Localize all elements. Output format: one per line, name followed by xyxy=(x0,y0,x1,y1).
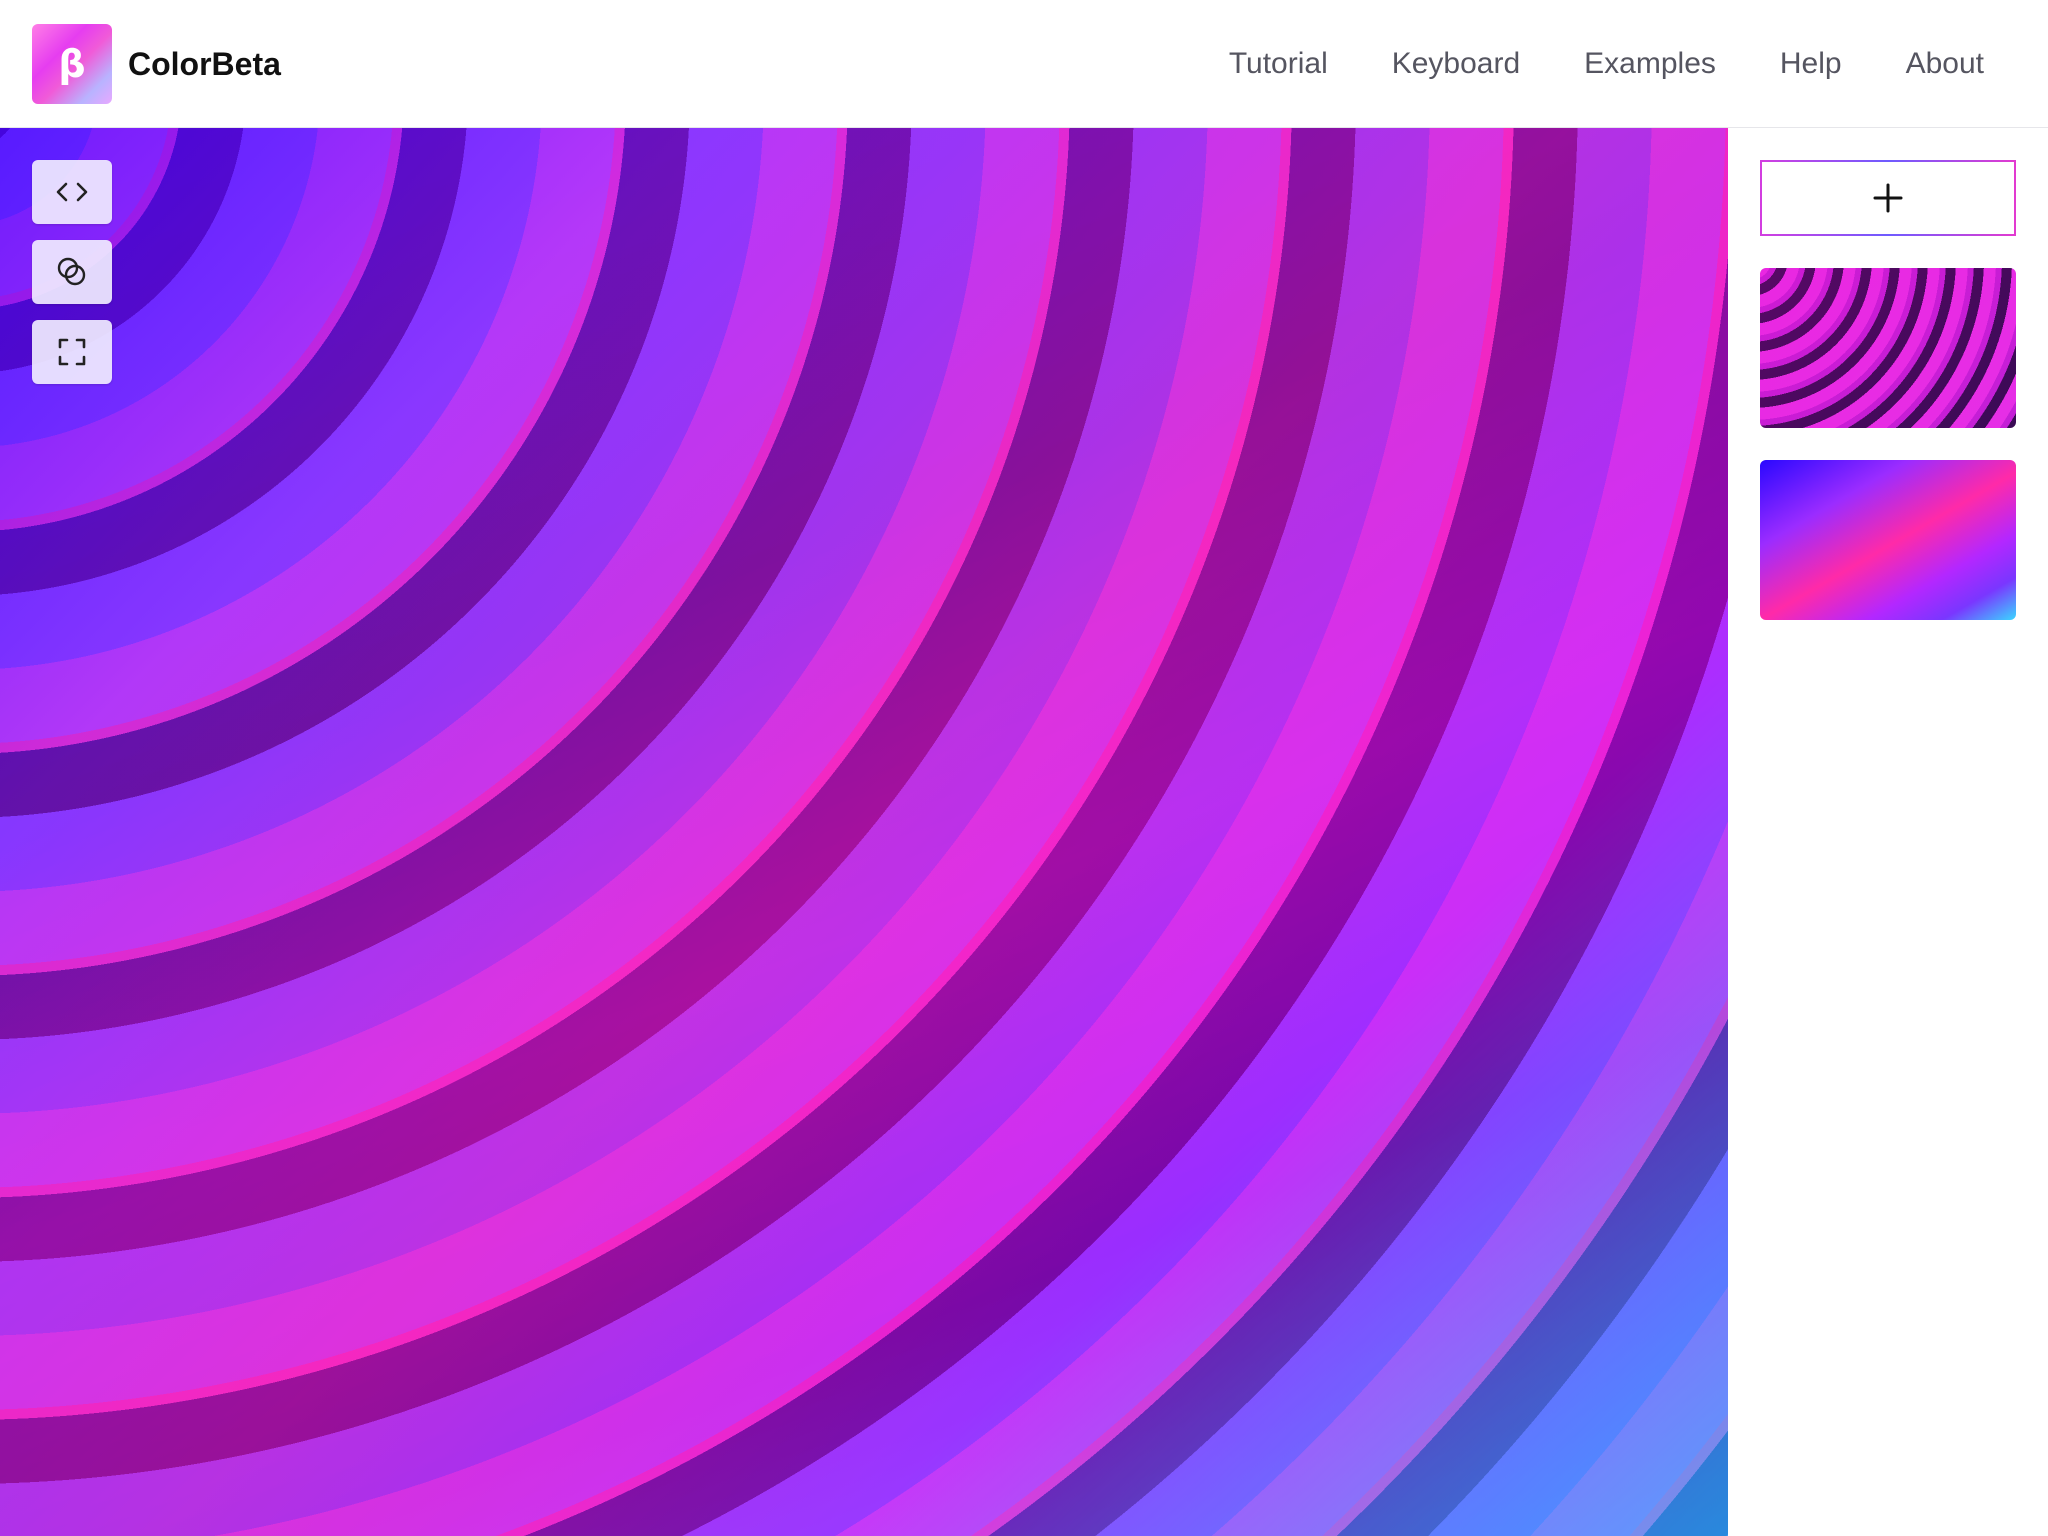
canvas-color-overlay xyxy=(0,128,1728,1536)
thumbnail-rings[interactable] xyxy=(1760,268,2016,428)
fullscreen-icon xyxy=(58,338,86,366)
pattern-sidebar xyxy=(1728,128,2048,1536)
nav-link-keyboard[interactable]: Keyboard xyxy=(1392,40,1520,88)
thumbnail-gradient[interactable] xyxy=(1760,460,2016,620)
add-pattern-button[interactable] xyxy=(1760,160,2016,236)
code-icon xyxy=(56,182,88,202)
nav-link-tutorial[interactable]: Tutorial xyxy=(1229,40,1328,88)
top-header: β ColorBeta Tutorial Keyboard Examples H… xyxy=(0,0,2048,128)
pattern-canvas[interactable] xyxy=(0,128,1728,1536)
nav-link-help[interactable]: Help xyxy=(1780,40,1842,88)
plus-icon xyxy=(1873,183,1903,213)
blend-circles-icon xyxy=(57,257,86,286)
code-button[interactable] xyxy=(32,160,112,224)
app-logo[interactable]: β xyxy=(32,24,112,104)
fullscreen-button[interactable] xyxy=(32,320,112,384)
beta-logo-icon: β xyxy=(58,42,86,86)
nav-link-about[interactable]: About xyxy=(1906,40,1984,88)
main-nav: Tutorial Keyboard Examples Help About xyxy=(1165,40,1984,88)
nav-link-examples[interactable]: Examples xyxy=(1584,40,1716,88)
brand-name[interactable]: ColorBeta xyxy=(128,44,281,84)
blend-button[interactable] xyxy=(32,240,112,304)
